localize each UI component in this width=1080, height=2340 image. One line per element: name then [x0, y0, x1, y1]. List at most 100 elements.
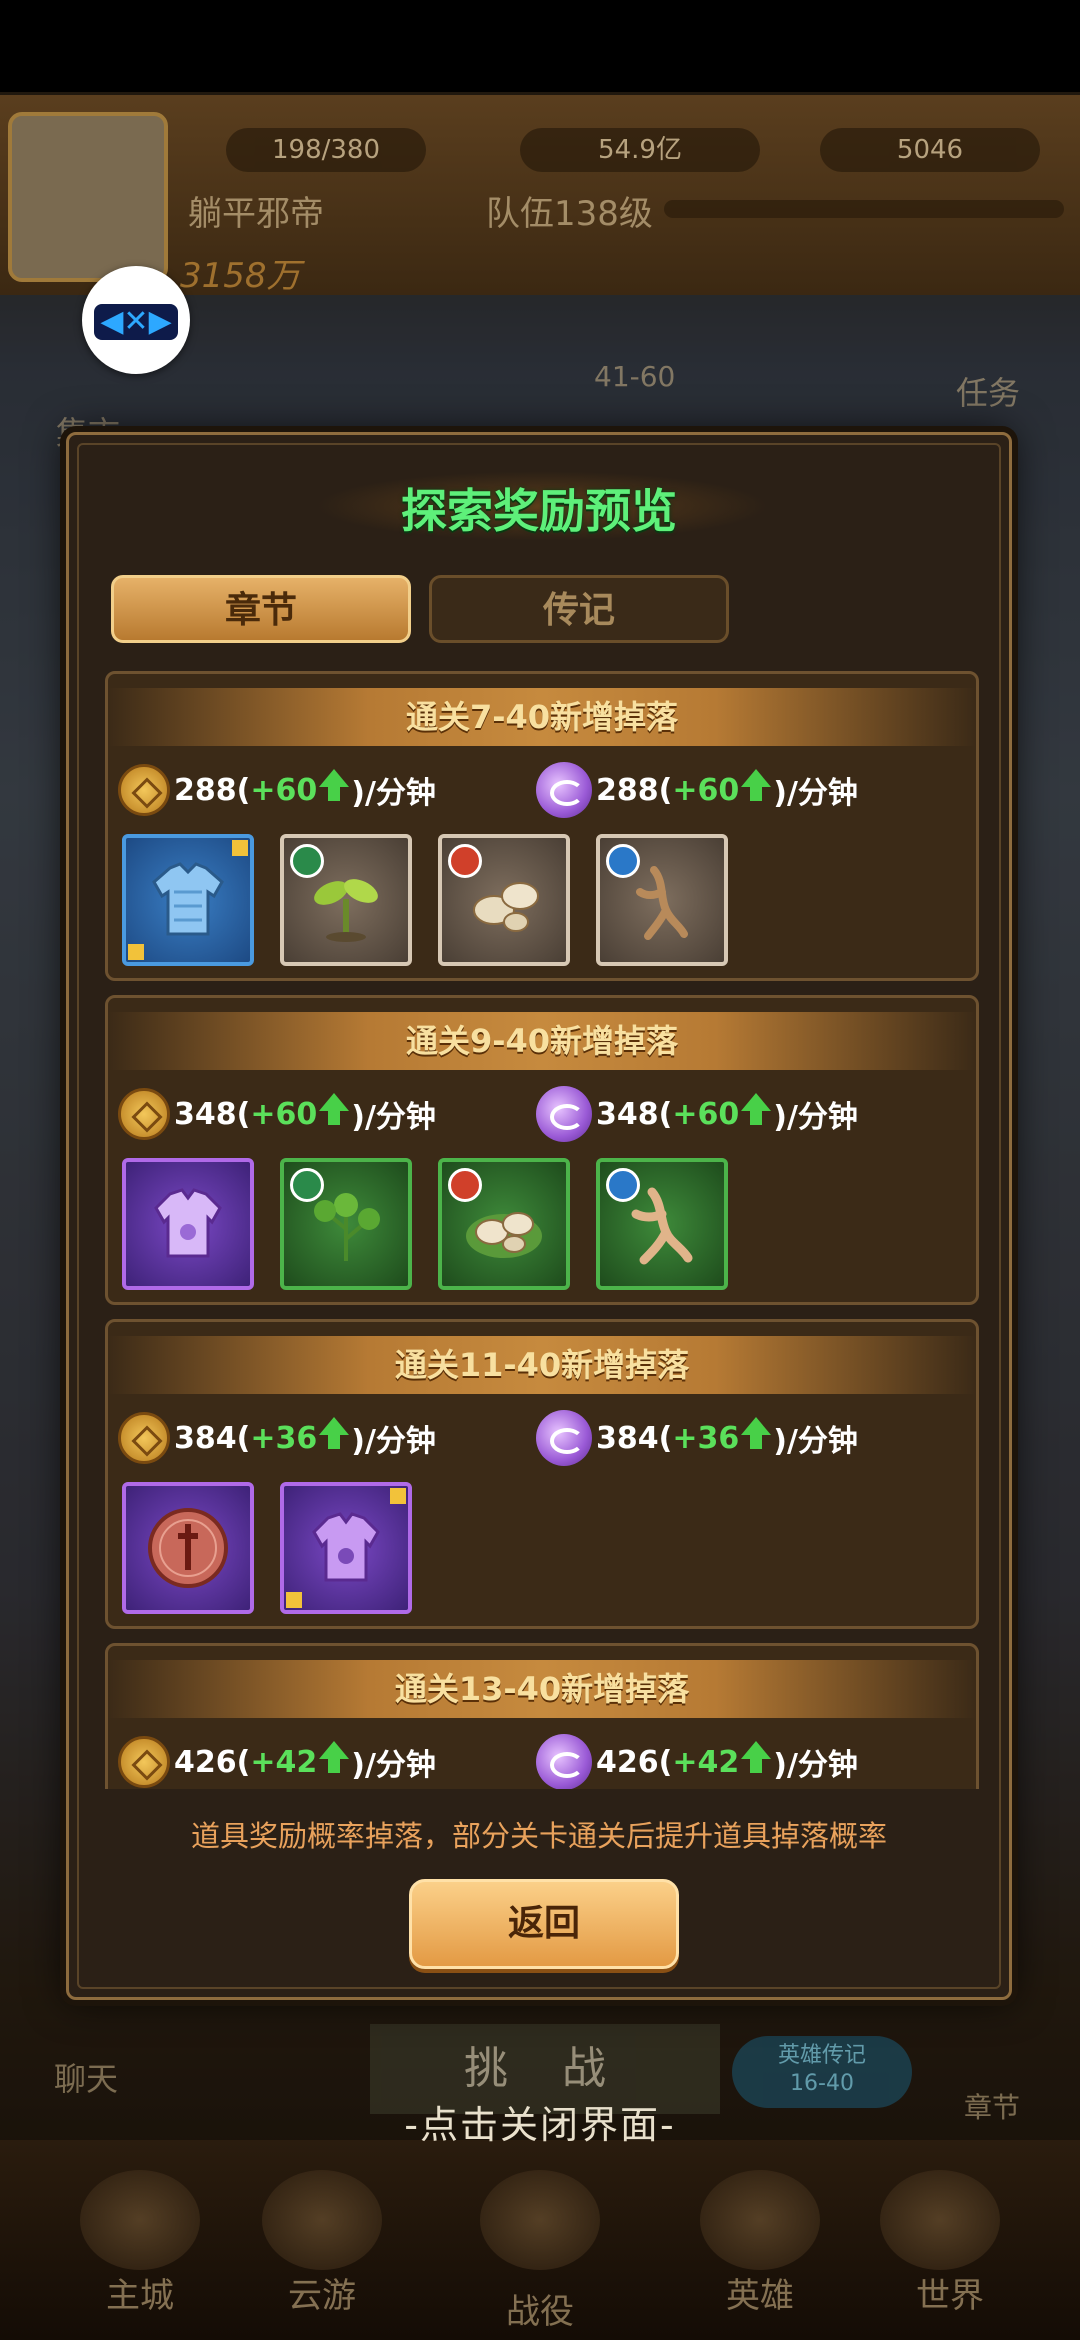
gem-resource: 5046 [820, 128, 1040, 172]
travel-icon [262, 2170, 382, 2270]
exp-rate-bonus: +42 [672, 1744, 740, 1780]
seeds-item[interactable] [438, 834, 570, 966]
reward-section: 通关11-40新增掉落 384(+36)/分钟 384(+36)/分钟 [105, 1319, 979, 1629]
reward-section: 通关9-40新增掉落 348(+60)/分钟 348(+60)/分钟 [105, 995, 979, 1305]
gold-coin-icon [118, 1088, 170, 1140]
item-row [122, 834, 728, 966]
seeds-item[interactable] [438, 1158, 570, 1290]
gold-rate-unit: )/分钟 [351, 1424, 436, 1459]
gold-rate-base: 384( [174, 1420, 251, 1456]
growth-badge-icon [290, 844, 324, 878]
corner-mark [128, 944, 144, 960]
gold-rate-base: 426( [174, 1744, 251, 1780]
gold-rate-base: 348( [174, 1096, 251, 1132]
gold-rate-bonus: +42 [250, 1744, 318, 1780]
reward-section: 通关7-40新增掉落 288(+60)/分钟 288(+60)/分钟 [105, 671, 979, 981]
stamina-resource: 198/380 [226, 128, 426, 172]
level-progress-bar [664, 200, 1064, 218]
gold-rate-unit: )/分钟 [351, 1100, 436, 1135]
gold-rate: 426(+42 )/分钟 [118, 1734, 436, 1789]
herb-item[interactable] [280, 1158, 412, 1290]
gold-coin-icon [118, 1412, 170, 1464]
sword-token-item[interactable] [122, 1482, 254, 1614]
gold-rate: 384(+36 )/分钟 [118, 1410, 436, 1466]
armor-blue-item[interactable] [122, 834, 254, 966]
exp-rate-bonus: +60 [672, 1096, 740, 1132]
tab-biography[interactable]: 传记 [429, 575, 729, 643]
arrow-up-icon [319, 769, 350, 801]
task-label: 任务 [956, 374, 1021, 412]
exp-rate-unit: )/分钟 [773, 1100, 858, 1135]
strength-badge-icon [448, 1168, 482, 1202]
growth-badge-icon [290, 1168, 324, 1202]
exp-rate-bonus: +36 [672, 1420, 740, 1456]
gold-coin-icon [118, 1736, 170, 1788]
exp-rate-unit: )/分钟 [773, 1424, 858, 1459]
item-row [122, 1158, 728, 1290]
armor-purple-item[interactable] [122, 1158, 254, 1290]
section-heading: 通关13-40新增掉落 [108, 1660, 976, 1718]
nav-main-city: 主城 [106, 2276, 174, 2316]
exp-rate-unit: )/分钟 [773, 776, 858, 811]
battle-icon [480, 2170, 600, 2270]
ginseng-item[interactable] [596, 1158, 728, 1290]
gold-rate-unit: )/分钟 [351, 1748, 436, 1783]
reward-list[interactable]: 通关7-40新增掉落 288(+60)/分钟 288(+60)/分钟 通… [105, 671, 979, 1789]
section-heading: 通关7-40新增掉落 [108, 688, 976, 746]
tab-chapter[interactable]: 章节 [111, 575, 411, 643]
gold-rate-bonus: +60 [250, 1096, 318, 1132]
intellect-badge-icon [606, 844, 640, 878]
exp-orb-icon [536, 762, 592, 818]
section-heading: 通关11-40新增掉落 [108, 1336, 976, 1394]
close-hint[interactable]: -点击关闭界面- [0, 2094, 1080, 2149]
floating-assist-button[interactable]: ◀✕▶ [82, 266, 190, 374]
strength-badge-icon [448, 844, 482, 878]
sword-token-icon [148, 1508, 228, 1588]
status-bar [0, 0, 1080, 92]
exp-rate-base: 426( [596, 1744, 673, 1780]
gold-rate-bonus: +36 [250, 1420, 318, 1456]
exp-rate: 426(+42 )/分钟 [536, 1734, 858, 1789]
sprout-item[interactable] [280, 834, 412, 966]
player-avatar[interactable] [8, 112, 168, 282]
exp-rate-unit: )/分钟 [773, 1748, 858, 1783]
armor-icon [152, 862, 224, 936]
exp-orb-icon [536, 1086, 592, 1142]
nav-heroes: 英雄 [726, 2276, 794, 2316]
ginseng-item[interactable] [596, 834, 728, 966]
team-level: 队伍138级 [486, 194, 653, 234]
stage-range-label: 41-60 [594, 360, 676, 393]
arrow-up-icon [741, 1741, 772, 1773]
gamepad-icon: ◀✕▶ [94, 304, 178, 340]
armor-icon [312, 1512, 380, 1582]
arrow-up-icon [319, 1741, 350, 1773]
reward-preview-modal: 探索奖励预览 章节 传记 通关7-40新增掉落 288(+60)/分钟 288(… [66, 432, 1012, 2000]
gold-resource: 54.9亿 [520, 128, 760, 172]
section-heading: 通关9-40新增掉落 [108, 1012, 976, 1070]
nav-battle: 战役 [506, 2292, 574, 2332]
exp-rate: 348(+60 )/分钟 [536, 1086, 858, 1142]
reward-section: 通关13-40新增掉落 426(+42)/分钟 426(+42)/分钟 [105, 1643, 979, 1789]
arrow-up-icon [319, 1417, 350, 1449]
intellect-badge-icon [606, 1168, 640, 1202]
world-icon [880, 2170, 1000, 2270]
drop-rate-note: 道具奖励概率掉落，部分关卡通关后提升道具掉落概率 [190, 1819, 887, 1853]
gold-rate-unit: )/分钟 [351, 776, 436, 811]
arrow-up-icon [741, 1417, 772, 1449]
corner-mark [286, 1592, 302, 1608]
exp-rate-base: 348( [596, 1096, 673, 1132]
gold-rate: 348(+60 )/分钟 [118, 1086, 436, 1142]
nav-world: 世界 [916, 2276, 984, 2316]
back-button[interactable]: 返回 [409, 1879, 679, 1969]
corner-mark [390, 1488, 406, 1504]
player-name: 躺平邪帝 [188, 194, 324, 234]
exp-orb-icon [536, 1734, 592, 1789]
gold-rate-base: 288( [174, 772, 251, 808]
armor-purple-item[interactable] [280, 1482, 412, 1614]
power-value: 3158万 [180, 256, 301, 296]
arrow-up-icon [741, 769, 772, 801]
arrow-up-icon [741, 1093, 772, 1125]
exp-rate-base: 384( [596, 1420, 673, 1456]
exp-rate: 384(+36 )/分钟 [536, 1410, 858, 1466]
exp-rate: 288(+60)/分钟 [536, 762, 858, 818]
